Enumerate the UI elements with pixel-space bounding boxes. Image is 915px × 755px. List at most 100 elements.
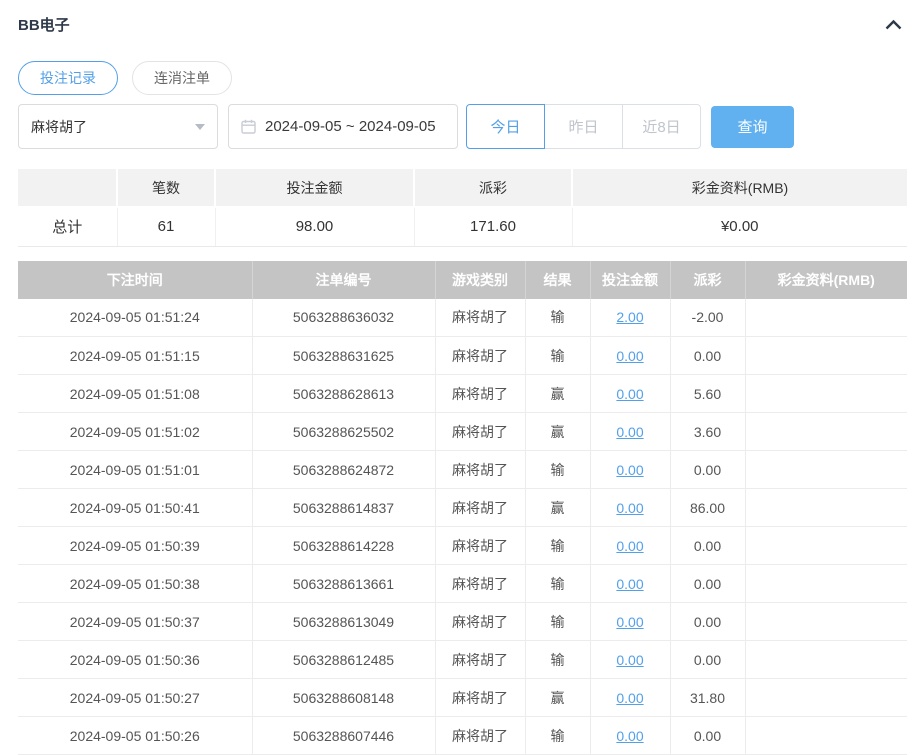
cell-game-type: 麻将胡了	[435, 489, 525, 527]
table-row: 2024-09-05 01:50:27 5063288608148 麻将胡了 赢…	[18, 679, 907, 717]
bet-records-panel: BB电子 投注记录 连消注单 麻将胡了 2024-09-05 ~ 2024-09…	[0, 0, 907, 755]
bet-amount-link[interactable]: 0.00	[616, 614, 643, 630]
cell-result: 输	[525, 565, 590, 603]
bet-amount-link[interactable]: 0.00	[616, 348, 643, 364]
cell-game-type: 麻将胡了	[435, 565, 525, 603]
cell-game-type: 麻将胡了	[435, 717, 525, 755]
summary-total-count: 61	[117, 207, 215, 246]
cell-result: 输	[525, 603, 590, 641]
table-row: 2024-09-05 01:50:41 5063288614837 麻将胡了 赢…	[18, 489, 907, 527]
table-row: 2024-09-05 01:51:15 5063288631625 麻将胡了 输…	[18, 337, 907, 375]
game-select[interactable]: 麻将胡了	[18, 104, 218, 149]
bet-records-table: 下注时间 注单编号 游戏类别 结果 投注金额 派彩 彩金资料(RMB) 2024…	[18, 261, 907, 755]
bet-amount-link[interactable]: 0.00	[616, 386, 643, 402]
cell-bet-time: 2024-09-05 01:50:39	[18, 527, 252, 565]
bet-amount-link[interactable]: 0.00	[616, 690, 643, 706]
summary-header-count: 笔数	[117, 169, 215, 207]
cell-result: 赢	[525, 413, 590, 451]
records-header-bet-time: 下注时间	[18, 261, 252, 299]
cell-bet-time: 2024-09-05 01:50:38	[18, 565, 252, 603]
cell-game-type: 麻将胡了	[435, 603, 525, 641]
records-header-game-type: 游戏类别	[435, 261, 525, 299]
table-row: 2024-09-05 01:50:37 5063288613049 麻将胡了 输…	[18, 603, 907, 641]
records-tbody: 2024-09-05 01:51:24 5063288636032 麻将胡了 输…	[18, 299, 907, 755]
caret-down-icon	[195, 124, 205, 130]
bet-amount-link[interactable]: 0.00	[616, 576, 643, 592]
records-header-jackpot: 彩金资料(RMB)	[745, 261, 907, 299]
summary-header-jackpot: 彩金资料(RMB)	[572, 169, 907, 207]
summary-header-payout: 派彩	[414, 169, 572, 207]
summary-table: 笔数 投注金额 派彩 彩金资料(RMB) 总计 61 98.00 171.60 …	[18, 169, 907, 247]
records-header-order-number: 注单编号	[252, 261, 435, 299]
cell-payout: 0.00	[670, 603, 745, 641]
cell-jackpot	[745, 527, 907, 565]
table-row: 2024-09-05 01:51:08 5063288628613 麻将胡了 赢…	[18, 375, 907, 413]
summary-header-blank	[18, 169, 117, 207]
cell-bet-amount: 2.00	[590, 299, 670, 337]
table-row: 2024-09-05 01:51:24 5063288636032 麻将胡了 输…	[18, 299, 907, 337]
summary-header-row: 笔数 投注金额 派彩 彩金资料(RMB)	[18, 169, 907, 207]
yesterday-button[interactable]: 昨日	[544, 104, 623, 149]
cell-bet-time: 2024-09-05 01:51:01	[18, 451, 252, 489]
cell-game-type: 麻将胡了	[435, 299, 525, 337]
cell-payout: 3.60	[670, 413, 745, 451]
summary-total-bet-amount: 98.00	[215, 207, 414, 246]
chevron-up-icon	[884, 18, 903, 35]
cell-bet-amount: 0.00	[590, 717, 670, 755]
quick-range-group: 今日 昨日 近8日	[466, 104, 701, 149]
tab-bet-records[interactable]: 投注记录	[18, 61, 118, 95]
records-header-row: 下注时间 注单编号 游戏类别 结果 投注金额 派彩 彩金资料(RMB)	[18, 261, 907, 299]
bet-amount-link[interactable]: 0.00	[616, 500, 643, 516]
cell-bet-time: 2024-09-05 01:51:08	[18, 375, 252, 413]
cell-order-number: 5063288625502	[252, 413, 435, 451]
cell-jackpot	[745, 451, 907, 489]
cell-result: 赢	[525, 679, 590, 717]
cell-payout: 86.00	[670, 489, 745, 527]
cell-jackpot	[745, 299, 907, 337]
cell-bet-amount: 0.00	[590, 337, 670, 375]
cell-bet-time: 2024-09-05 01:51:02	[18, 413, 252, 451]
cell-payout: 0.00	[670, 717, 745, 755]
summary-total-jackpot: ¥0.00	[572, 207, 907, 246]
last-8-days-button[interactable]: 近8日	[622, 104, 701, 149]
cell-bet-amount: 0.00	[590, 451, 670, 489]
cell-payout: 31.80	[670, 679, 745, 717]
cell-payout: 0.00	[670, 565, 745, 603]
cell-jackpot	[745, 375, 907, 413]
cell-payout: -2.00	[670, 299, 745, 337]
cell-order-number: 5063288613049	[252, 603, 435, 641]
cell-result: 输	[525, 451, 590, 489]
cell-bet-time: 2024-09-05 01:50:27	[18, 679, 252, 717]
date-range-input[interactable]: 2024-09-05 ~ 2024-09-05	[228, 104, 458, 149]
table-row: 2024-09-05 01:50:26 5063288607446 麻将胡了 输…	[18, 717, 907, 755]
cell-order-number: 5063288614228	[252, 527, 435, 565]
query-button[interactable]: 查询	[711, 106, 794, 148]
cell-game-type: 麻将胡了	[435, 337, 525, 375]
bet-amount-link[interactable]: 0.00	[616, 538, 643, 554]
table-row: 2024-09-05 01:51:01 5063288624872 麻将胡了 输…	[18, 451, 907, 489]
today-button[interactable]: 今日	[466, 104, 545, 149]
cell-result: 输	[525, 527, 590, 565]
tab-cancelled-orders[interactable]: 连消注单	[132, 61, 232, 95]
bet-amount-link[interactable]: 0.00	[616, 424, 643, 440]
bet-amount-link[interactable]: 0.00	[616, 652, 643, 668]
cell-result: 输	[525, 337, 590, 375]
bet-amount-link[interactable]: 2.00	[616, 309, 643, 325]
bet-amount-link[interactable]: 0.00	[616, 728, 643, 744]
summary-total-label: 总计	[18, 207, 117, 246]
date-range-value: 2024-09-05 ~ 2024-09-05	[265, 118, 436, 135]
cell-game-type: 麻将胡了	[435, 641, 525, 679]
collapse-panel-button[interactable]	[880, 16, 907, 33]
cell-result: 赢	[525, 375, 590, 413]
cell-order-number: 5063288612485	[252, 641, 435, 679]
cell-bet-time: 2024-09-05 01:50:41	[18, 489, 252, 527]
cell-order-number: 5063288631625	[252, 337, 435, 375]
table-row: 2024-09-05 01:50:38 5063288613661 麻将胡了 输…	[18, 565, 907, 603]
cell-game-type: 麻将胡了	[435, 527, 525, 565]
cell-game-type: 麻将胡了	[435, 375, 525, 413]
page-title: BB电子	[18, 14, 70, 35]
cell-order-number: 5063288608148	[252, 679, 435, 717]
bet-amount-link[interactable]: 0.00	[616, 462, 643, 478]
cell-game-type: 麻将胡了	[435, 679, 525, 717]
calendar-icon	[241, 119, 256, 134]
